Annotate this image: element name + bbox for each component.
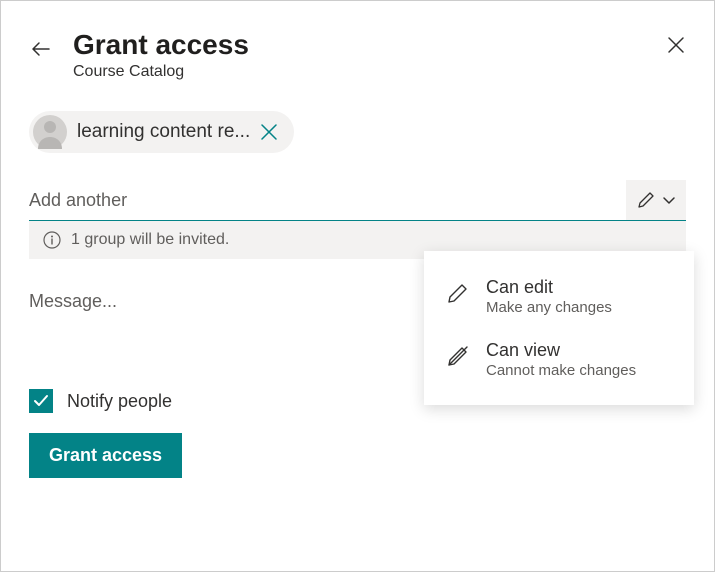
checkmark-icon: [32, 392, 50, 410]
pencil-slash-icon: [446, 344, 470, 368]
recipient-chip-label: learning content re...: [77, 121, 250, 143]
grant-access-button[interactable]: Grant access: [29, 433, 182, 478]
notify-people-checkbox[interactable]: [29, 389, 53, 413]
chevron-down-icon: [662, 193, 676, 207]
notify-people-label: Notify people: [67, 391, 172, 412]
close-icon: [260, 123, 278, 141]
person-icon: [33, 115, 67, 149]
permission-option-title: Can view: [486, 340, 636, 361]
remove-recipient-button[interactable]: [260, 123, 278, 141]
arrow-left-icon: [29, 37, 53, 61]
permission-option-subtitle: Cannot make changes: [486, 362, 636, 379]
selected-recipients: learning content re...: [29, 111, 686, 154]
recipient-chip[interactable]: learning content re...: [29, 111, 294, 153]
pencil-icon: [446, 281, 470, 305]
dialog-title: Grant access: [73, 29, 646, 61]
permission-dropdown-trigger[interactable]: [626, 180, 686, 220]
avatar: [33, 115, 67, 149]
close-button[interactable]: [666, 35, 686, 55]
permission-option-title: Can edit: [486, 277, 612, 298]
title-block: Grant access Course Catalog: [73, 29, 646, 81]
pencil-icon: [636, 190, 656, 210]
dialog-subtitle: Course Catalog: [73, 63, 646, 81]
back-button[interactable]: [29, 37, 53, 61]
permission-option-can-view[interactable]: Can view Cannot make changes: [424, 328, 694, 391]
permission-option-can-edit[interactable]: Can edit Make any changes: [424, 265, 694, 328]
permission-dropdown: Can edit Make any changes Can view Canno…: [424, 251, 694, 405]
info-icon: [43, 231, 61, 249]
permission-option-subtitle: Make any changes: [486, 299, 612, 316]
close-icon: [666, 35, 686, 55]
add-recipient-input[interactable]: [29, 182, 626, 219]
info-bar-text: 1 group will be invited.: [71, 231, 229, 249]
